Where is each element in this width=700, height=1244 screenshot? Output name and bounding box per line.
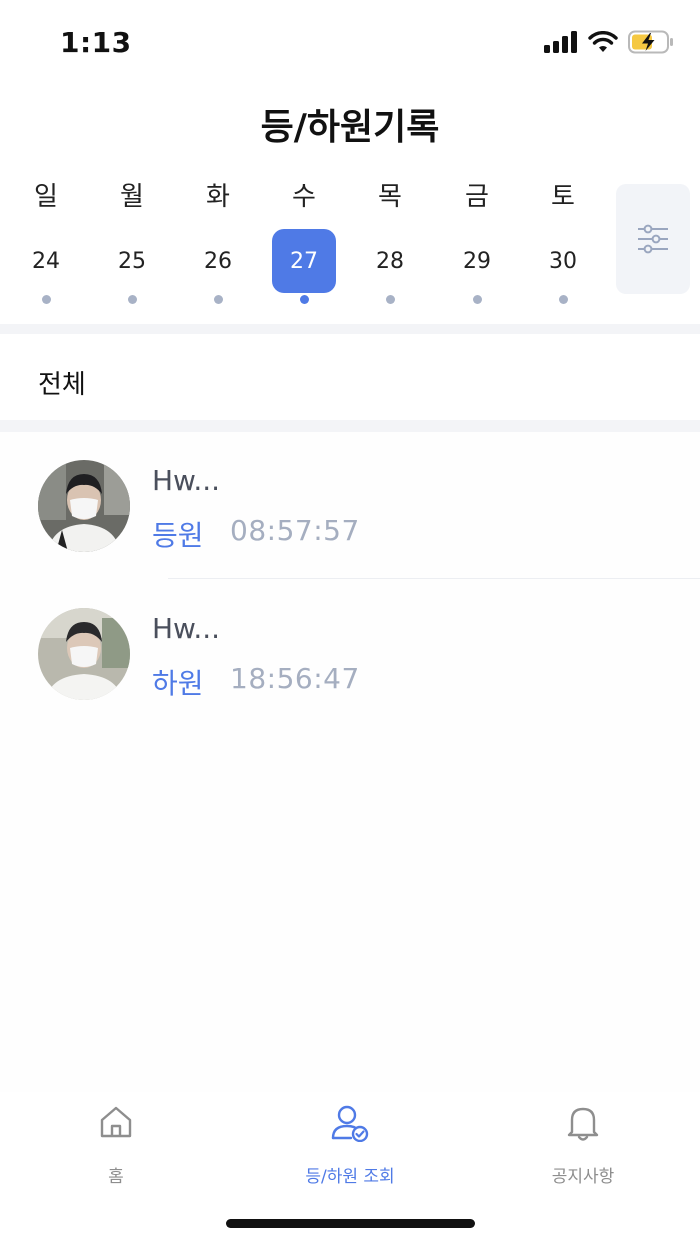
record-dot	[214, 295, 223, 304]
weekday-label: 토	[551, 182, 575, 212]
section-divider	[0, 324, 700, 334]
record-dot-selected	[300, 295, 309, 304]
tab-label: 공지사항	[551, 1167, 615, 1187]
day-mon[interactable]: 월 25	[97, 172, 167, 312]
filter-label: 전체	[38, 370, 86, 400]
home-indicator	[226, 1219, 475, 1228]
weekday-label: 화	[206, 182, 230, 212]
date-box[interactable]: 24	[14, 229, 78, 293]
section-divider	[0, 420, 700, 432]
date-box[interactable]: 26	[186, 229, 250, 293]
tab-label: 홈	[108, 1167, 124, 1187]
record-dot	[473, 295, 482, 304]
day-wed[interactable]: 수 27	[269, 172, 339, 312]
filter-row[interactable]: 전체	[0, 336, 700, 420]
status-time: 1:13	[60, 26, 132, 59]
day-sun[interactable]: 일 24	[11, 172, 81, 312]
date-box[interactable]: 28	[358, 229, 422, 293]
record-row[interactable]: Hw... 하원 18:56:47	[0, 580, 700, 728]
weekday-label: 금	[465, 182, 489, 212]
day-tue[interactable]: 화 26	[183, 172, 253, 312]
date-box[interactable]: 29	[445, 229, 509, 293]
page-title: 등/하원기록	[260, 107, 440, 148]
day-sat[interactable]: 토 30	[528, 172, 598, 312]
bell-icon	[567, 1107, 599, 1141]
tab-attendance[interactable]: 등/하원 조회	[280, 1104, 420, 1187]
attendance-type: 등원	[152, 519, 204, 552]
weekday-label: 수	[292, 182, 316, 212]
day-fri[interactable]: 금 29	[442, 172, 512, 312]
user-check-icon	[331, 1105, 369, 1142]
status-bar: 1:13	[0, 0, 700, 86]
avatar	[38, 608, 130, 700]
wifi-icon	[588, 31, 618, 52]
attendance-type: 하원	[152, 667, 204, 700]
student-name: Hw...	[152, 612, 221, 645]
cellular-signal-icon	[544, 31, 577, 53]
record-dot	[386, 295, 395, 304]
record-dot	[42, 295, 51, 304]
date-box[interactable]: 25	[100, 229, 164, 293]
status-icons	[544, 30, 674, 54]
day-thu[interactable]: 목 28	[355, 172, 425, 312]
tab-notice[interactable]: 공지사항	[513, 1104, 653, 1187]
battery-charging-icon	[628, 30, 673, 54]
record-row[interactable]: Hw... 등원 08:57:57	[0, 432, 700, 580]
filter-button[interactable]	[616, 184, 690, 294]
tab-home[interactable]: 홈	[46, 1104, 186, 1187]
attendance-time: 18:56:47	[230, 662, 360, 695]
row-divider	[168, 578, 700, 579]
sliders-icon	[638, 224, 668, 254]
date-box-selected[interactable]: 27	[272, 229, 336, 293]
weekday-label: 일	[34, 182, 58, 212]
week-calendar: 일 24 월 25 화 26 수 27 목 28 금 29 토 30	[0, 172, 606, 312]
record-dot	[559, 295, 568, 304]
date-box[interactable]: 30	[531, 229, 595, 293]
attendance-time: 08:57:57	[230, 514, 360, 547]
records-list: Hw... 등원 08:57:57 Hw... 하원 18:56:47	[0, 432, 700, 1092]
student-name: Hw...	[152, 464, 221, 497]
home-icon	[100, 1106, 132, 1138]
weekday-label: 월	[120, 182, 144, 212]
tab-label: 등/하원 조회	[305, 1167, 395, 1187]
record-dot	[128, 295, 137, 304]
avatar	[38, 460, 130, 552]
weekday-label: 목	[378, 182, 402, 212]
